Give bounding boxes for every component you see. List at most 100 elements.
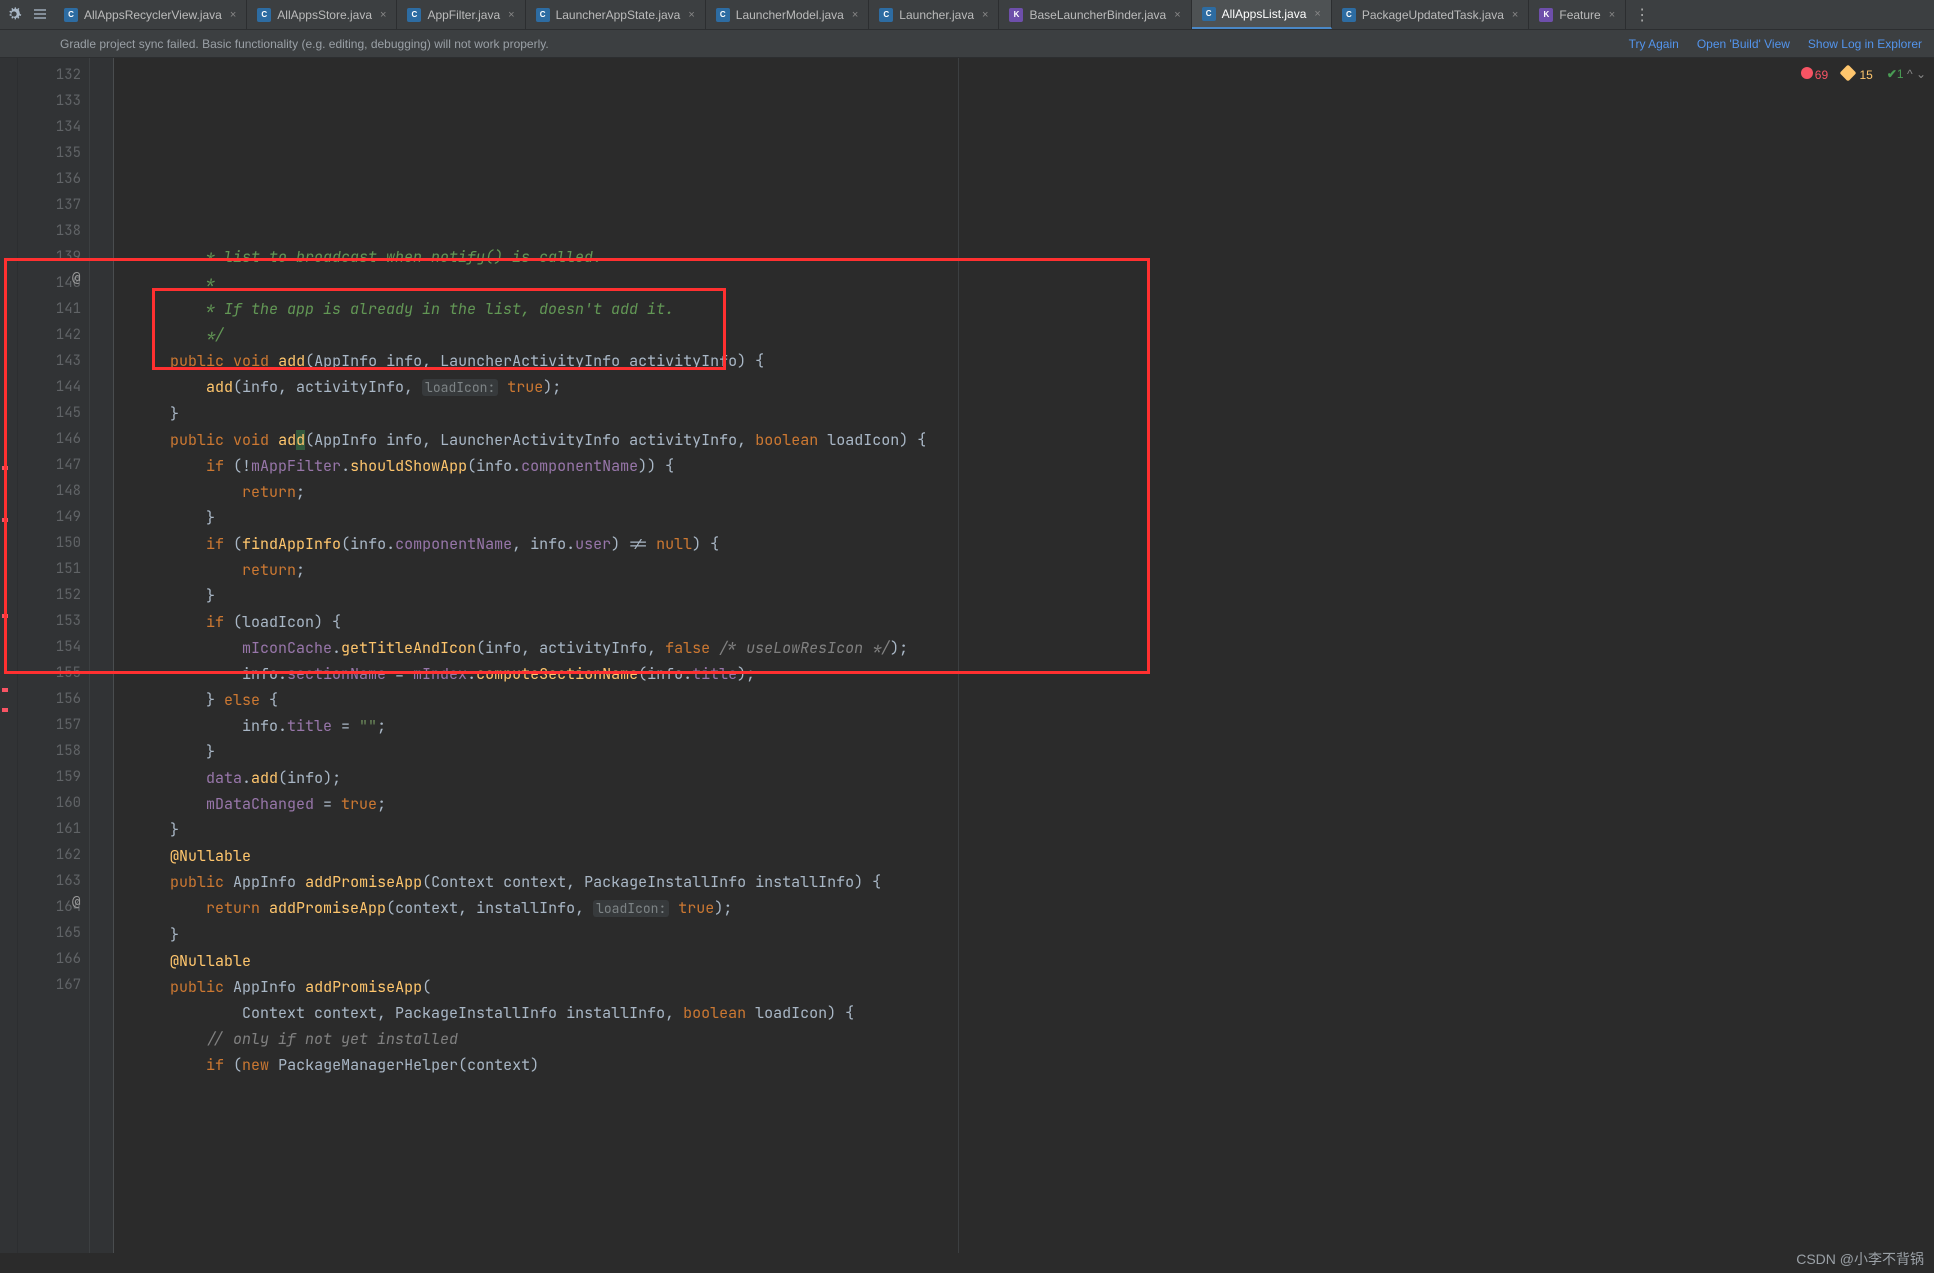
- code-line[interactable]: add(info, activityInfo, loadIcon: true);: [134, 374, 1934, 401]
- code-line[interactable]: if (!mAppFilter.shouldShowApp(info.compo…: [134, 453, 1934, 479]
- line-number[interactable]: 153: [18, 608, 81, 634]
- more-tabs-icon[interactable]: ⋮: [1626, 0, 1658, 29]
- tab-launcherappstate-java[interactable]: CLauncherAppState.java×: [526, 0, 706, 29]
- code-line[interactable]: if (loadIcon) {: [134, 609, 1934, 635]
- code-line[interactable]: Context context, PackageInstallInfo inst…: [134, 1000, 1934, 1026]
- line-number[interactable]: 149: [18, 504, 81, 530]
- close-icon[interactable]: ×: [230, 9, 236, 21]
- close-icon[interactable]: ×: [1314, 8, 1320, 20]
- code-line[interactable]: @Nullable: [134, 948, 1934, 974]
- tab-launchermodel-java[interactable]: CLauncherModel.java×: [706, 0, 870, 29]
- tab-allappslist-java[interactable]: CAllAppsList.java×: [1192, 0, 1332, 29]
- close-icon[interactable]: ×: [852, 9, 858, 21]
- line-number[interactable]: 163: [18, 868, 81, 894]
- line-number[interactable]: 148: [18, 478, 81, 504]
- tab-feature[interactable]: KFeature×: [1529, 0, 1626, 29]
- tab-allappsstore-java[interactable]: CAllAppsStore.java×: [247, 0, 397, 29]
- line-number[interactable]: 133: [18, 88, 81, 114]
- line-number[interactable]: 157: [18, 712, 81, 738]
- code-line[interactable]: * If the app is already in the list, doe…: [134, 296, 1934, 322]
- code-line[interactable]: if (new PackageManagerHelper(context): [134, 1052, 1934, 1078]
- code-line[interactable]: data.add(info);: [134, 765, 1934, 791]
- tab-label: BaseLauncherBinder.java: [1029, 8, 1166, 22]
- hamburger-icon[interactable]: [32, 6, 48, 22]
- line-number[interactable]: 132: [18, 62, 81, 88]
- line-number[interactable]: 145: [18, 400, 81, 426]
- gear-icon[interactable]: [6, 6, 22, 22]
- code-line[interactable]: // only if not yet installed: [134, 1026, 1934, 1052]
- line-number[interactable]: 138: [18, 218, 81, 244]
- line-number[interactable]: 143: [18, 348, 81, 374]
- line-number[interactable]: 161: [18, 816, 81, 842]
- code-line[interactable]: public void add(AppInfo info, LauncherAc…: [134, 348, 1934, 374]
- code-line[interactable]: public AppInfo addPromiseApp(: [134, 974, 1934, 1000]
- code-line[interactable]: * list to broadcast when notify() is cal…: [134, 244, 1934, 270]
- code-line[interactable]: mIconCache.getTitleAndIcon(info, activit…: [134, 635, 1934, 661]
- line-number[interactable]: 165: [18, 920, 81, 946]
- code-line[interactable]: }: [134, 739, 1934, 765]
- line-number[interactable]: 142: [18, 322, 81, 348]
- tab-label: Feature: [1559, 8, 1600, 22]
- tab-allappsrecyclerview-java[interactable]: CAllAppsRecyclerView.java×: [54, 0, 247, 29]
- close-icon[interactable]: ×: [982, 9, 988, 21]
- tab-packageupdatedtask-java[interactable]: CPackageUpdatedTask.java×: [1332, 0, 1530, 29]
- code-line[interactable]: public AppInfo addPromiseApp(Context con…: [134, 869, 1934, 895]
- code-line[interactable]: }: [134, 922, 1934, 948]
- code-line[interactable]: } else {: [134, 687, 1934, 713]
- tab-launcher-java[interactable]: CLauncher.java×: [869, 0, 999, 29]
- line-number[interactable]: 154: [18, 634, 81, 660]
- inspection-status[interactable]: 69 15 ✔1 ^ ⌄: [1801, 60, 1926, 88]
- tab-baselauncherbinder-java[interactable]: KBaseLauncherBinder.java×: [999, 0, 1191, 29]
- code-line[interactable]: return addPromiseApp(context, installInf…: [134, 895, 1934, 922]
- code-line[interactable]: }: [134, 505, 1934, 531]
- line-number[interactable]: 166: [18, 946, 81, 972]
- code-line[interactable]: public void add(AppInfo info, LauncherAc…: [134, 427, 1934, 453]
- code-line[interactable]: info.sectionName = mIndex.computeSection…: [134, 661, 1934, 687]
- code-line[interactable]: @Nullable: [134, 843, 1934, 869]
- line-number[interactable]: 144: [18, 374, 81, 400]
- close-icon[interactable]: ×: [688, 9, 694, 21]
- code-line[interactable]: }: [134, 583, 1934, 609]
- code-line[interactable]: }: [134, 817, 1934, 843]
- line-number[interactable]: 162: [18, 842, 81, 868]
- line-number[interactable]: 160: [18, 790, 81, 816]
- close-icon[interactable]: ×: [1174, 9, 1180, 21]
- line-number[interactable]: 139: [18, 244, 81, 270]
- line-number[interactable]: 156: [18, 686, 81, 712]
- line-number[interactable]: 151: [18, 556, 81, 582]
- code-line[interactable]: info.title = "";: [134, 713, 1934, 739]
- line-number[interactable]: 147: [18, 452, 81, 478]
- try-again-link[interactable]: Try Again: [1629, 37, 1679, 51]
- close-icon[interactable]: ×: [380, 9, 386, 21]
- code-line[interactable]: *: [134, 270, 1934, 296]
- code-line[interactable]: */: [134, 322, 1934, 348]
- line-number[interactable]: 167: [18, 972, 81, 998]
- tab-label: AllAppsList.java: [1222, 7, 1307, 21]
- show-log-link[interactable]: Show Log in Explorer: [1808, 37, 1922, 51]
- line-number[interactable]: 146: [18, 426, 81, 452]
- line-number[interactable]: 152: [18, 582, 81, 608]
- open-build-view-link[interactable]: Open 'Build' View: [1697, 37, 1790, 51]
- line-number[interactable]: 150: [18, 530, 81, 556]
- line-number-gutter[interactable]: 1321331341351361371381391401411421431441…: [18, 58, 90, 1253]
- code-line[interactable]: return;: [134, 479, 1934, 505]
- line-number[interactable]: 136: [18, 166, 81, 192]
- code-line[interactable]: }: [134, 401, 1934, 427]
- line-number[interactable]: 155: [18, 660, 81, 686]
- code-line[interactable]: if (findAppInfo(info.componentName, info…: [134, 531, 1934, 557]
- code-line[interactable]: mDataChanged = true;: [134, 791, 1934, 817]
- line-number[interactable]: 137: [18, 192, 81, 218]
- tab-label: PackageUpdatedTask.java: [1362, 8, 1504, 22]
- line-number[interactable]: 141: [18, 296, 81, 322]
- line-number[interactable]: 135: [18, 140, 81, 166]
- line-number[interactable]: 134: [18, 114, 81, 140]
- line-number[interactable]: 159: [18, 764, 81, 790]
- code-editor[interactable]: * list to broadcast when notify() is cal…: [114, 58, 1934, 1253]
- close-icon[interactable]: ×: [1609, 9, 1615, 21]
- code-line[interactable]: return;: [134, 557, 1934, 583]
- close-icon[interactable]: ×: [508, 9, 514, 21]
- fold-gutter[interactable]: @ @: [90, 58, 114, 1253]
- tab-appfilter-java[interactable]: CAppFilter.java×: [397, 0, 525, 29]
- close-icon[interactable]: ×: [1512, 9, 1518, 21]
- line-number[interactable]: 158: [18, 738, 81, 764]
